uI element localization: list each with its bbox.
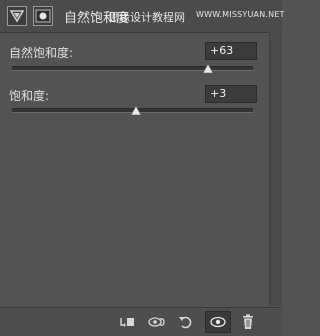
vibrance-slider-track[interactable] [12,66,253,71]
clip-to-layer-icon[interactable] [118,314,136,330]
watermark-text: 思缘设计教程网 [108,11,185,24]
vibrance-value-input[interactable]: +63 [205,42,257,60]
reset-icon[interactable] [177,314,195,330]
panel-footer [0,307,282,336]
toggle-visibility-icon[interactable] [205,311,231,333]
vibrance-label: 自然饱和度: [9,46,74,60]
layer-mask-icon[interactable] [33,6,53,26]
watermark-url: WWW.MISSYUAN.NET [196,10,285,19]
delete-icon[interactable] [239,314,257,330]
adjustment-type-icon[interactable] [7,6,27,26]
vertical-scrollbar[interactable] [269,32,282,306]
saturation-label: 饱和度: [9,89,50,103]
properties-panel: 自然饱和度 思缘设计教程网 WWW.MISSYUAN.NET 自然饱和度: +6… [0,0,285,336]
saturation-value-input[interactable]: +3 [205,85,257,103]
panel-header: 自然饱和度 思缘设计教程网 WWW.MISSYUAN.NET [0,0,285,33]
view-previous-state-icon[interactable] [147,314,165,330]
